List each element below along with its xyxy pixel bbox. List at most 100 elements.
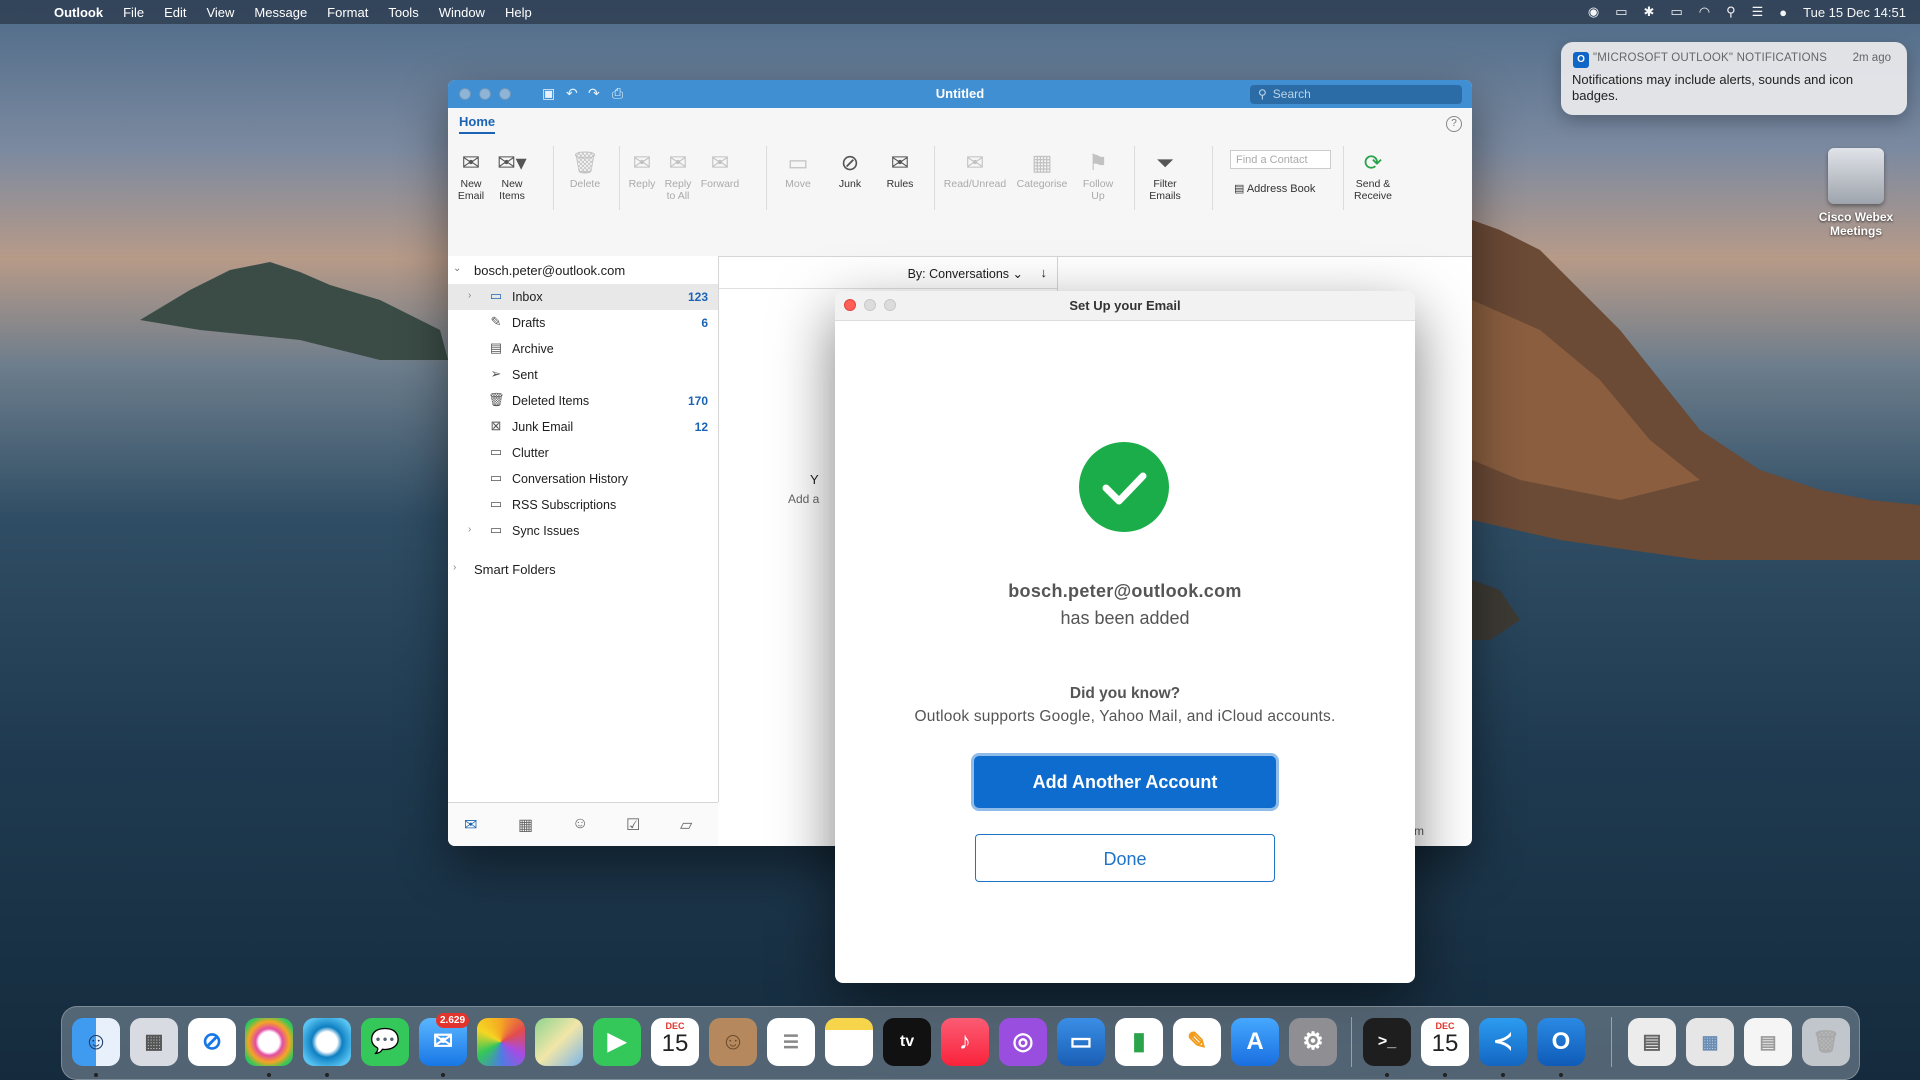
notification-banner[interactable]: O "MICROSOFT OUTLOOK" NOTIFICATIONS 2m a… bbox=[1561, 42, 1907, 115]
finder-icon[interactable]: ☺ bbox=[72, 1018, 120, 1066]
installer-disk-icon[interactable]: ▤ bbox=[1628, 1018, 1676, 1066]
safari-icon[interactable]: ⊘ bbox=[188, 1018, 236, 1066]
move-button[interactable]: ▭ Move bbox=[778, 148, 818, 190]
status-app-icon[interactable]: ◉ bbox=[1588, 4, 1599, 20]
mail-module-icon[interactable]: ✉ bbox=[464, 815, 477, 835]
siri-icon[interactable]: ● bbox=[1779, 5, 1787, 20]
junk-button[interactable]: ⊘ Junk bbox=[830, 148, 870, 190]
menu-app-name[interactable]: Outlook bbox=[54, 5, 103, 20]
trash-icon[interactable]: 🗑 bbox=[1802, 1018, 1850, 1066]
folder-label: Archive bbox=[512, 342, 554, 356]
menubar-clock[interactable]: Tue 15 Dec 14:51 bbox=[1803, 5, 1906, 20]
contacts-icon[interactable]: ☺ bbox=[709, 1018, 757, 1066]
address-book-button[interactable]: ▤ Address Book bbox=[1234, 182, 1315, 195]
filter-emails-button[interactable]: ⏷ Filter Emails bbox=[1142, 148, 1188, 202]
bluetooth-icon[interactable]: ✱ bbox=[1644, 4, 1655, 20]
read-unread-button[interactable]: ✉ Read/Unread bbox=[940, 148, 1010, 190]
menu-message[interactable]: Message bbox=[254, 5, 307, 20]
chevron-down-icon[interactable]: ⌄ bbox=[453, 263, 461, 274]
delete-button[interactable]: 🗑 Delete bbox=[563, 148, 607, 190]
account-name[interactable]: bosch.peter@outlook.com bbox=[474, 263, 625, 278]
new-email-button[interactable]: ✉ New Email bbox=[456, 148, 486, 202]
sort-dropdown[interactable]: By: Conversations ⌄ bbox=[908, 266, 1023, 281]
tasks-module-icon[interactable]: ☑ bbox=[626, 815, 640, 835]
photos-icon[interactable] bbox=[477, 1018, 525, 1066]
reminders-icon[interactable]: ☰ bbox=[767, 1018, 815, 1066]
menu-format[interactable]: Format bbox=[327, 5, 368, 20]
help-icon[interactable]: ? bbox=[1446, 116, 1462, 132]
search-input[interactable]: ⚲ Search bbox=[1250, 85, 1462, 104]
menu-window[interactable]: Window bbox=[439, 5, 485, 20]
reply-button[interactable]: ✉ Reply bbox=[624, 148, 660, 190]
people-module-icon[interactable]: ☺ bbox=[572, 815, 588, 833]
new-items-label: New Items bbox=[499, 178, 525, 202]
folder-count: 170 bbox=[687, 394, 708, 408]
facetime-icon[interactable]: ▶ bbox=[593, 1018, 641, 1066]
sort-direction-icon[interactable]: ↓ bbox=[1041, 265, 1048, 280]
calendar-module-icon[interactable]: ▦ bbox=[518, 815, 533, 835]
control-center-icon[interactable]: ☰ bbox=[1752, 4, 1764, 20]
apple-tv-icon[interactable]: tv bbox=[883, 1018, 931, 1066]
maps-icon[interactable] bbox=[535, 1018, 583, 1066]
folder-deleted-items[interactable]: 🗑 Deleted Items 170 bbox=[448, 388, 718, 414]
menu-edit[interactable]: Edit bbox=[164, 5, 186, 20]
tab-home[interactable]: Home bbox=[459, 114, 496, 134]
folder-conversation-history[interactable]: ▭ Conversation History bbox=[448, 466, 718, 492]
calendar-icon-2[interactable]: DEC 15 bbox=[1421, 1018, 1469, 1066]
desktop-icon-webex[interactable]: Cisco Webex Meetings bbox=[1808, 148, 1904, 238]
app-store-icon[interactable]: A bbox=[1231, 1018, 1279, 1066]
vscode-icon[interactable]: ≺ bbox=[1479, 1018, 1527, 1066]
chrome-like-icon[interactable] bbox=[245, 1018, 293, 1066]
folder-clutter[interactable]: ▭ Clutter bbox=[448, 440, 718, 466]
folder-rss-subscriptions[interactable]: ▭ RSS Subscriptions bbox=[448, 492, 718, 518]
chevron-right-icon[interactable]: › bbox=[468, 290, 471, 301]
folder-sent[interactable]: ➢ Sent bbox=[448, 362, 718, 388]
folder-sync-issues[interactable]: › ▭ Sync Issues bbox=[448, 518, 718, 544]
numbers-icon[interactable]: ▮ bbox=[1115, 1018, 1163, 1066]
wifi-icon[interactable]: ◠ bbox=[1699, 4, 1710, 20]
messages-icon[interactable]: 💬 bbox=[361, 1018, 409, 1066]
forward-button[interactable]: ✉ Forward bbox=[699, 148, 741, 190]
send-receive-button[interactable]: ⟳ Send & Receive bbox=[1348, 148, 1398, 202]
reply-all-button[interactable]: ✉ Reply to All bbox=[660, 148, 696, 202]
calendar-icon[interactable]: DEC 15 bbox=[651, 1018, 699, 1066]
add-another-account-button[interactable]: Add Another Account bbox=[974, 756, 1276, 808]
pages-icon[interactable]: ✎ bbox=[1173, 1018, 1221, 1066]
keynote-icon[interactable]: ▭ bbox=[1057, 1018, 1105, 1066]
follow-up-button[interactable]: ⚑ Follow Up bbox=[1078, 148, 1118, 202]
outlook-icon[interactable]: O bbox=[1537, 1018, 1585, 1066]
menu-file[interactable]: File bbox=[123, 5, 144, 20]
folder-drafts[interactable]: ✎ Drafts 6 bbox=[448, 310, 718, 336]
folder-archive[interactable]: ▤ Archive bbox=[448, 336, 718, 362]
menu-tools[interactable]: Tools bbox=[388, 5, 418, 20]
drafts-icon: ✎ bbox=[490, 314, 502, 329]
edge-like-icon[interactable] bbox=[303, 1018, 351, 1066]
system-preferences-icon[interactable]: ⚙ bbox=[1289, 1018, 1337, 1066]
rules-button[interactable]: ✉ Rules bbox=[878, 148, 922, 190]
folder-inbox[interactable]: › ▭ Inbox 123 bbox=[448, 284, 718, 310]
smart-folders[interactable]: Smart Folders bbox=[474, 562, 556, 577]
battery-icon[interactable]: ▭ bbox=[1670, 4, 1682, 20]
podcasts-icon[interactable]: ◎ bbox=[999, 1018, 1047, 1066]
dock: ☺ ▦ ⊘ 💬 ✉ 2.629 ▶ DEC 15 ☺ ☰ tv ♪ ◎ ▭ ▮ … bbox=[61, 1006, 1860, 1080]
menu-help[interactable]: Help bbox=[505, 5, 532, 20]
terminal-icon[interactable]: >_ bbox=[1363, 1018, 1411, 1066]
find-contact-input[interactable]: Find a Contact bbox=[1230, 150, 1331, 169]
done-button[interactable]: Done bbox=[975, 834, 1275, 882]
folder-junk-email[interactable]: ⊠ Junk Email 12 bbox=[448, 414, 718, 440]
filter-icon: ⏷ bbox=[1156, 150, 1174, 175]
menu-view[interactable]: View bbox=[206, 5, 234, 20]
notes-icon[interactable] bbox=[825, 1018, 873, 1066]
chevron-right-icon[interactable]: › bbox=[468, 524, 471, 535]
folder-icon: ▭ bbox=[489, 444, 503, 459]
notes-module-icon[interactable]: ▱ bbox=[680, 815, 692, 835]
spotlight-icon[interactable]: ⚲ bbox=[1726, 4, 1736, 20]
chevron-right-icon[interactable]: › bbox=[453, 562, 456, 573]
window-icon[interactable]: ▭ bbox=[1615, 4, 1627, 20]
music-icon[interactable]: ♪ bbox=[941, 1018, 989, 1066]
new-items-button[interactable]: ✉▾ New Items bbox=[492, 148, 532, 202]
launchpad-icon[interactable]: ▦ bbox=[130, 1018, 178, 1066]
downloads-stack-icon[interactable]: ▦ bbox=[1686, 1018, 1734, 1066]
categorise-button[interactable]: ▦ Categorise bbox=[1012, 148, 1072, 190]
documents-stack-icon[interactable]: ▤ bbox=[1744, 1018, 1792, 1066]
